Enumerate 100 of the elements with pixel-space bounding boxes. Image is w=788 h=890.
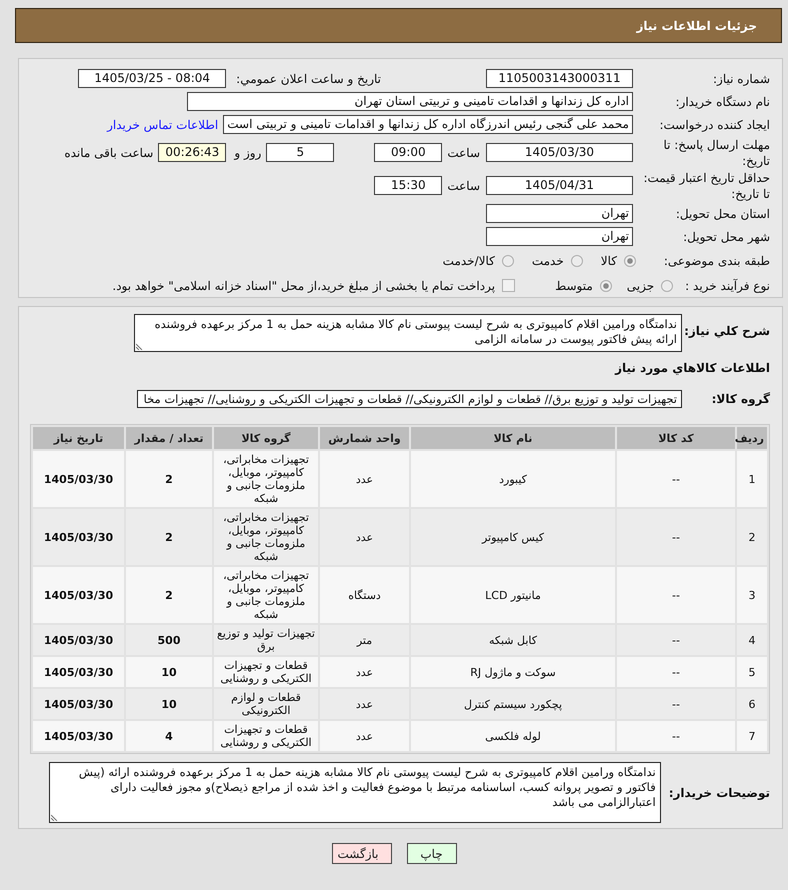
table-cell: -- [617,451,735,507]
column-header: تعداد / مقدار [126,427,212,449]
column-header: ردیف [737,427,767,449]
city-field[interactable]: تهران [486,227,633,246]
form-label: ساعت [447,146,480,160]
table-cell: -- [617,509,735,565]
resize-grip-icon[interactable] [50,813,59,821]
table-cell: 500 [126,625,212,655]
form-label: روز و [234,146,262,160]
table-cell: -- [617,625,735,655]
form-label: مهلت ارسال پاسخ: تا تاریخ: [662,136,770,168]
deadline-date-field[interactable]: 1405/03/30 [486,143,633,162]
table-cell: تجهیزات تولید و توزیع برق [214,625,318,655]
table-cell: پچکورد سیستم کنترل [411,689,615,719]
table-cell: -- [617,657,735,687]
table-cell: 1405/03/30 [33,509,124,565]
buyer-contact-link[interactable]: اطلاعات تماس خریدار [107,118,218,132]
radio-label: جزیی [626,278,654,292]
table-cell: 1405/03/30 [33,567,124,623]
radio-button[interactable] [502,254,514,266]
table-cell: 4 [737,625,767,655]
form-label: گروه کالا: [710,392,770,406]
table-cell: 10 [126,657,212,687]
table-cell: قطعات و تجهیزات الکتریکی و روشنایی [214,657,318,687]
print-button[interactable]: چاپ [406,843,456,864]
form-label: استان محل تحویل: [674,206,770,222]
description-field[interactable]: ندامتگاه ورامین اقلام کامپیوتری به شرح لیست پیوستی نام کالا مشابه هزینه حمل به 1 مرکز برعهده فروشنده ارائه پیش فاکتور پیوست در سامانه الزامی [134,314,682,352]
table-cell: لوله فلکسی [411,721,615,751]
table-cell: 10 [126,689,212,719]
form-label: ایجاد کننده درخواست: [658,116,770,132]
table-cell: قطعات و لوازم الکترونیکی [214,689,318,719]
form-label: تاريخ و ساعت اعلان عمومي: [236,72,381,86]
table-cell: 2 [126,451,212,507]
radio-button[interactable] [570,254,583,266]
days-field[interactable]: 5 [266,143,334,162]
page-title: جزئیات اطلاعات نیاز [636,18,757,32]
back-button[interactable]: بازگشت [332,843,392,864]
checkbox-label: پرداخت تمام یا بخشی از مبلغ خرید،از محل "اسناد خزانه اسلامی" خواهد بود. [112,278,496,292]
form-label: ساعت باقی مانده [64,146,154,160]
table-cell: متر [320,625,409,655]
table-cell: کابل شبکه [411,625,615,655]
form-label: حداقل تاریخ اعتبار قیمت: تا تاریخ: [642,170,770,202]
province-field[interactable]: تهران [486,204,633,223]
table-cell: 1 [737,451,767,507]
buyer-org-field[interactable]: اداره کل زندانها و اقدامات تامینی و تربیتی استان تهران [187,92,633,111]
form-label: توضیحات خریدار: [668,786,770,800]
radio-button[interactable] [600,280,612,292]
remaining-time-field[interactable]: 00:26:43 [158,143,226,162]
table-cell: قطعات و تجهیزات الکتریکی و روشنایی [214,721,318,751]
column-header: نام کالا [411,427,615,449]
table-cell: 2 [126,509,212,565]
column-header: تاریخ نیاز [33,427,124,449]
table-cell: تجهیزات مخابراتی، کامپیوتر، موبایل، ملزومات جانبی و شبکه [214,509,318,565]
table-cell: 1405/03/30 [33,721,124,751]
table-cell: 2 [737,509,767,565]
table-cell: مانیتور LCD [411,567,615,623]
table-cell: کیبورد [411,451,615,507]
radio-label: کالا [600,254,617,268]
form-label: طبقه بندی موضوعی: [662,252,770,268]
table-cell: تجهیزات مخابراتی، کامپیوتر، موبایل، ملزومات جانبی و شبکه [214,567,318,623]
table-cell: 6 [737,689,767,719]
table-cell: عدد [320,689,409,719]
table-cell: تجهیزات مخابراتی، کامپیوتر، موبایل، ملزومات جانبی و شبکه [214,451,318,507]
radio-button[interactable] [624,254,636,266]
radio-button[interactable] [661,280,674,292]
section-title: اطلاعات کالاهاي مورد نياز [614,361,770,375]
table-cell: -- [617,689,735,719]
checkbox[interactable] [502,279,516,292]
goods-group-field[interactable]: تجهیزات تولید و توزیع برق// قطعات و لوازم الکترونیکی// قطعات و تجهیزات الکتریکی و روشنایی// تجهیزات مخا [137,390,682,408]
table-cell: 4 [126,721,212,751]
validity-time-field[interactable]: 15:30 [374,176,442,195]
form-label: نام دستگاه خریدار: [674,94,770,110]
table-cell: کیس کامپیوتر [411,509,615,565]
table-cell: دستگاه [320,567,409,623]
column-header: واحد شمارش [320,427,409,449]
form-label: نوع فرآیند خرید : [685,278,770,292]
table-cell: 1405/03/30 [33,657,124,687]
form-label: ساعت [447,178,480,192]
table-cell: 5 [737,657,767,687]
table-cell: 1405/03/30 [33,689,124,719]
need-number-field[interactable]: 1105003143000311 [486,69,633,88]
table-cell: سوکت و ماژول RJ [411,657,615,687]
validity-date-field[interactable]: 1405/04/31 [486,176,633,195]
deadline-time-field[interactable]: 09:00 [374,143,442,162]
table-cell: 7 [737,721,767,751]
table-cell: -- [617,721,735,751]
notes-field[interactable]: ندامتگاه ورامین اقلام کامپیوتری به شرح لیست پیوستی نام کالا مشابه هزینه حمل به 1 مرکز برعهده فروشنده ارائه (پیش فاکتور و تصویر پروانه کسب، اساسنامه مرتبط با موضوع فعالیت و اخذ شده از مراجع ذیصلاح)و مجوز فعالیت دارای اعتبارالزامی می باشد [48,762,661,823]
table-cell: 2 [126,567,212,623]
resize-grip-icon[interactable] [136,342,144,350]
table-cell: عدد [320,451,409,507]
table-cell: 1405/03/30 [33,625,124,655]
requester-field[interactable]: محمد علی گنجی رئیس اندرزگاه اداره کل زندانها و اقدامات تامینی و تربیتی است [223,115,633,134]
table-cell: 1405/03/30 [33,451,124,507]
form-label: شرح کلي نياز: [683,324,770,338]
radio-label: کالا/خدمت [442,254,495,268]
radio-label: خدمت [532,254,564,268]
table-cell: عدد [320,657,409,687]
form-label: شهر محل تحویل: [682,228,770,244]
table-cell: 3 [737,567,767,623]
announce-date-field[interactable]: 1405/03/25 - 08:04 [78,69,226,88]
